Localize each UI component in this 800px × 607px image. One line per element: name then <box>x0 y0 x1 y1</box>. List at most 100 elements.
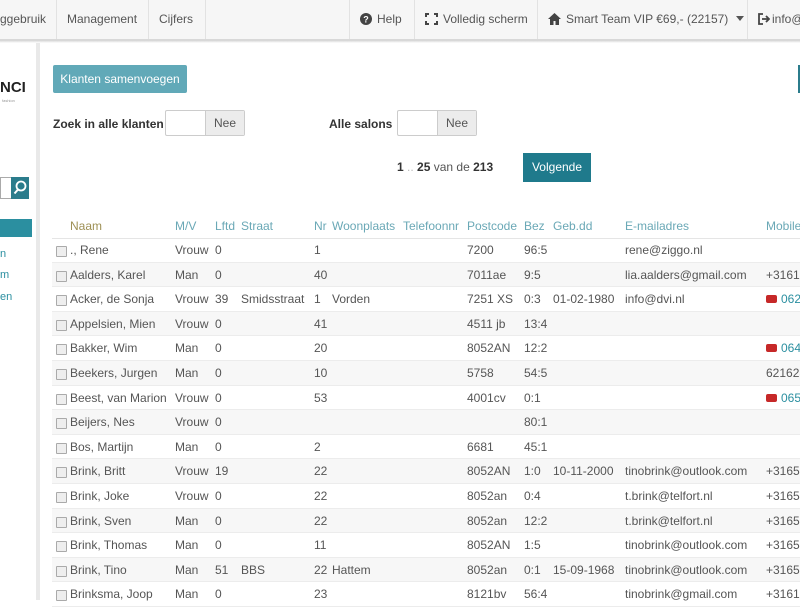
cell-mv: Vrouw <box>175 292 209 306</box>
cell-naam-text: Brink, Tino <box>70 562 127 577</box>
col-lftd[interactable]: Lftd <box>215 219 235 233</box>
col-email[interactable]: E-mailadres <box>625 219 689 233</box>
row-checkbox[interactable] <box>56 270 67 282</box>
sidebar-link-3[interactable]: en <box>0 291 12 303</box>
col-mobile[interactable]: Mobile <box>766 219 800 233</box>
table-row[interactable]: Bos, Martijn Man 0 2 6681 45:1 <box>52 435 800 460</box>
cell-email-text: t.brink@telfort.nl <box>625 489 713 503</box>
nav-tab-management[interactable]: Management <box>57 0 149 39</box>
cell-mv-text: Vrouw <box>175 292 209 307</box>
cell-email-text: rene@ziggo.nl <box>625 243 703 257</box>
col-gebdd[interactable]: Geb.dd <box>553 219 592 233</box>
cell-lftd-text: 0 <box>215 316 222 331</box>
cell-naam: Beijers, Nes <box>70 415 135 429</box>
cell-nr-text: 41 <box>314 316 328 331</box>
cell-lftd-text: 0 <box>215 366 222 380</box>
cell-postcode: 8052AN <box>467 538 510 552</box>
table-row[interactable]: Appelsien, Mien Vrouw 0 41 4511 jb 13:4 <box>52 311 800 337</box>
phone-icon[interactable] <box>766 295 777 304</box>
col-mv[interactable]: M/V <box>175 219 196 233</box>
nav-tab-gebruik[interactable]: ggebruik <box>0 0 57 39</box>
col-bez[interactable]: Bez <box>524 219 545 233</box>
cell-bez-text: 0:3 <box>524 292 541 307</box>
table-row[interactable]: Brink, Thomas Man 0 11 8052AN 1:5 tinobrink@ou… <box>52 533 800 558</box>
cell-email: t.brink@telfort.nl <box>625 514 713 528</box>
next-page-button[interactable]: Volgende <box>523 153 591 182</box>
row-checkbox[interactable] <box>56 467 67 479</box>
cell-postcode: 6681 <box>467 440 494 454</box>
sidebar-link-2[interactable]: m <box>0 269 9 281</box>
row-checkbox[interactable] <box>56 369 67 380</box>
cell-postcode: 8052an <box>467 514 507 528</box>
row-checkbox[interactable] <box>56 319 67 331</box>
cell-bez-text: 45:1 <box>524 439 548 454</box>
nav-tab-cijfers[interactable]: Cijfers <box>149 0 206 39</box>
sidebar-active-item[interactable] <box>0 219 32 237</box>
nav-fullscreen[interactable]: Volledig scherm <box>415 0 538 39</box>
cell-postcode-text: 5758 <box>467 366 494 380</box>
row-checkbox[interactable] <box>56 246 67 257</box>
table-row[interactable]: Brink, Tino Man 51 BBS 22 Hattem 8052an 0:1 15-0… <box>52 557 800 583</box>
table-row[interactable]: Brink, Joke Vrouw 0 22 8052an 0:4 t.brink@telf… <box>52 484 800 509</box>
merge-customers-button[interactable]: Klanten samenvoegen <box>53 65 187 93</box>
cell-postcode-text: 8052AN <box>467 538 511 553</box>
col-straat[interactable]: Straat <box>241 219 273 233</box>
table-row[interactable]: Beest, van Marion Vrouw 0 53 4001cv 0:1 065 <box>52 386 800 411</box>
search-all-toggle[interactable]: Nee <box>165 110 245 136</box>
cell-bez-text: 0:1 <box>524 562 541 577</box>
row-checkbox[interactable] <box>56 418 67 430</box>
phone-icon[interactable] <box>766 344 777 353</box>
table-row[interactable]: Beijers, Nes Vrouw 0 80:1 <box>52 410 800 435</box>
cell-naam-text: Brink, Thomas <box>70 538 148 553</box>
sidebar-search-button[interactable] <box>11 177 29 199</box>
cell-mobile: +3165 <box>766 489 800 503</box>
nav-account[interactable]: info@ <box>748 0 800 39</box>
cell-mobile: +31610 <box>766 268 800 282</box>
cell-naam: Brink, Tino <box>70 563 127 577</box>
cell-postcode-text: 7200 <box>467 243 494 257</box>
cell-email-text: t.brink@telfort.nl <box>625 513 713 528</box>
row-checkbox[interactable] <box>56 442 67 454</box>
col-naam[interactable]: Naam <box>70 219 102 233</box>
nav-help[interactable]: ? Help <box>349 0 415 39</box>
cell-bez-text: 9:5 <box>524 267 541 282</box>
row-checkbox[interactable] <box>56 344 67 356</box>
table-row[interactable]: Bakker, Wim Man 0 20 8052AN 12:2 064 <box>52 336 800 361</box>
col-woonplaats[interactable]: Woonplaats <box>332 219 395 233</box>
row-checkbox[interactable] <box>56 492 67 503</box>
table-row[interactable]: Acker, de Sonja Vrouw 39 Smidsstraat 1 Vorden… <box>52 287 800 312</box>
row-checkbox[interactable] <box>56 565 67 577</box>
row-checkbox[interactable] <box>56 393 67 405</box>
cell-gebdd-text: 01-02-1980 <box>553 292 615 307</box>
table-row[interactable]: ., Rene Vrouw 0 1 7200 96:5 rene@ziggo.nl <box>52 238 800 263</box>
cell-mobile-text: +3161 <box>766 587 800 602</box>
col-nr[interactable]: Nr <box>314 219 327 233</box>
table-row[interactable]: Beekers, Jurgen Man 0 10 5758 54:5 621623 <box>52 361 800 386</box>
table-row[interactable]: Brinksma, Joop Man 0 23 8121bv 56:4 tinobrink@… <box>52 582 800 607</box>
cell-postcode-text: 7251 XS <box>467 292 514 307</box>
row-checkbox[interactable] <box>56 516 67 528</box>
cell-nr-text: 11 <box>314 538 327 553</box>
table-row[interactable]: Aalders, Karel Man 0 40 7011ae 9:5 lia.aalders… <box>52 262 800 288</box>
cell-postcode: 7200 <box>467 243 494 257</box>
all-salons-toggle[interactable]: Nee <box>397 110 477 136</box>
phone-icon[interactable] <box>766 393 777 402</box>
cell-naam: ., Rene <box>70 243 109 257</box>
table-row[interactable]: Brink, Britt Vrouw 19 22 8052AN 1:0 10-11-2000… <box>52 459 800 484</box>
table-row[interactable]: Brink, Sven Man 0 22 8052an 12:2 t.brink@telfo… <box>52 508 800 534</box>
sidebar-link-1[interactable]: n <box>0 248 6 260</box>
cell-bez: 45:1 <box>524 440 547 454</box>
cell-naam-text: Appelsien, Mien <box>70 316 156 331</box>
col-postcode[interactable]: Postcode <box>467 219 517 233</box>
col-telefoon[interactable]: Telefoonnr <box>403 219 459 233</box>
nav-team-dropdown[interactable]: Smart Team VIP €69,- (22157) <box>538 0 748 39</box>
cell-mv-text: Man <box>175 562 199 577</box>
row-checkbox[interactable] <box>56 295 67 307</box>
cell-naam: Bakker, Wim <box>70 341 137 355</box>
cell-nr: 22 <box>314 464 327 478</box>
cell-mv-text: Vrouw <box>175 316 209 331</box>
row-checkbox[interactable] <box>56 541 67 553</box>
cell-mv: Vrouw <box>175 489 209 503</box>
cell-postcode: 5758 <box>467 366 494 380</box>
cell-mobile-text: +3165 <box>766 513 800 528</box>
